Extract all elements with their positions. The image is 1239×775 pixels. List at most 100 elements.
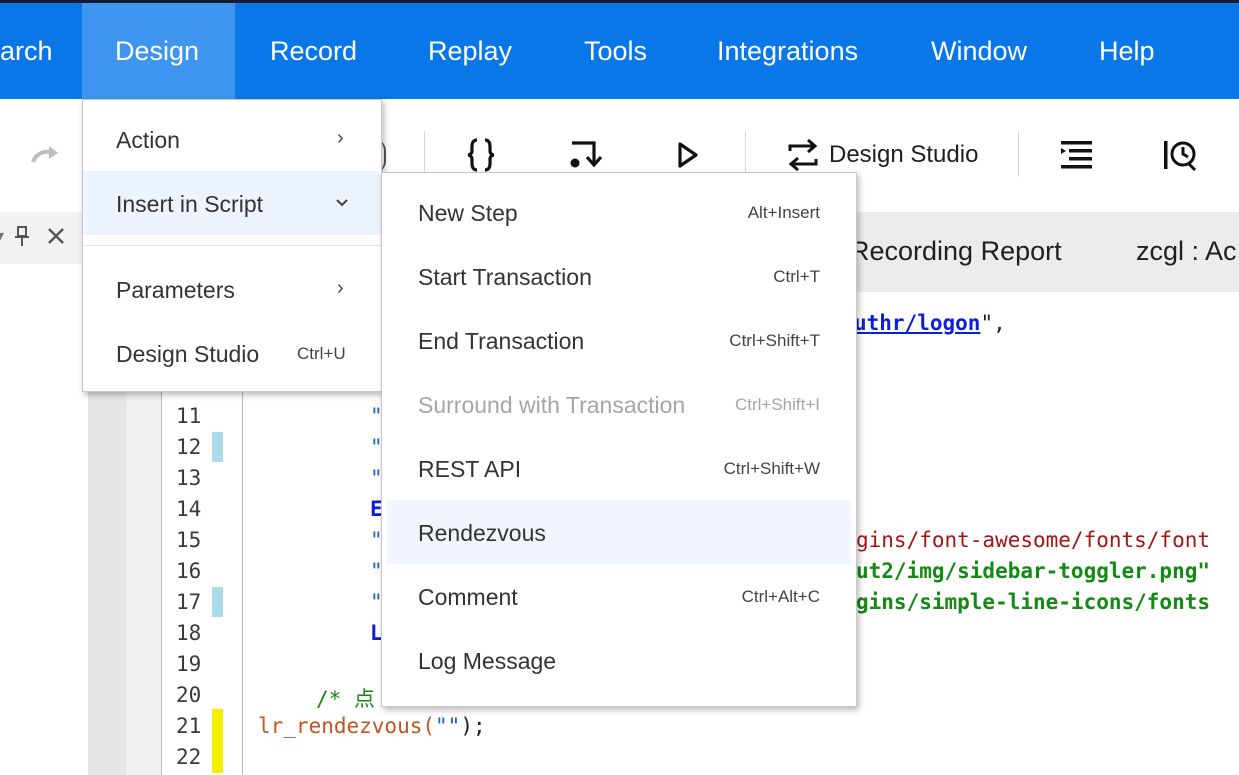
line-number: 21 [176, 714, 202, 738]
history-clock-icon[interactable] [1162, 137, 1198, 173]
menu-search[interactable]: arch [0, 3, 82, 99]
shortcut-label: Alt+Insert [747, 203, 820, 222]
menu-integrations[interactable]: Integrations [717, 3, 858, 99]
menu-design-label: Design [115, 36, 200, 66]
shortcut-label: Ctrl+T [773, 267, 820, 286]
line-number: 19 [176, 652, 202, 676]
code-fragment: "" [435, 714, 461, 738]
change-marker [212, 587, 223, 617]
line-number: 18 [176, 621, 202, 645]
menu-item-new-step-label: New Step [418, 200, 518, 226]
code-fragment: ); [460, 714, 486, 738]
code-fragment: uthr/logon", [854, 311, 1006, 335]
tab-zcgl-action[interactable]: zcgl : Ac [1136, 236, 1237, 267]
menu-record-label: Record [270, 36, 358, 66]
menu-search-label: arch [0, 36, 53, 66]
toolbar-separator [1018, 131, 1019, 177]
menu-item-parameters[interactable]: Parameters › [83, 257, 381, 321]
line-number: 22 [176, 745, 202, 769]
insert-in-script-submenu: New Step Alt+Insert Start Transaction Ct… [381, 172, 857, 707]
line-number-column: 11 12 13 14 15 16 17 18 19 20 21 22 [161, 392, 243, 775]
menu-item-surround-with-transaction-label: Surround with Transaction [418, 392, 686, 418]
left-panel-header: ▾ [0, 212, 82, 265]
menu-item-action[interactable]: Action › [83, 107, 381, 171]
menu-divider [83, 245, 381, 246]
braces-icon[interactable] [466, 137, 496, 173]
redo-arrow-icon[interactable] [30, 144, 60, 166]
menu-item-new-step[interactable]: New Step Alt+Insert [382, 180, 856, 244]
menu-replay[interactable]: Replay [428, 3, 512, 99]
chevron-down-icon [336, 199, 348, 207]
line-number: 14 [176, 497, 202, 521]
menu-item-end-transaction-label: End Transaction [418, 328, 585, 354]
shortcut-label: Ctrl+U [297, 344, 346, 363]
menu-item-action-label: Action [116, 127, 180, 153]
change-marker [212, 709, 223, 773]
step-into-icon[interactable] [568, 137, 604, 171]
menu-item-surround-with-transaction: Surround with Transaction Ctrl+Shift+I [382, 372, 856, 436]
shortcut-label: Ctrl+Shift+T [729, 331, 820, 350]
play-icon[interactable] [676, 141, 700, 169]
line-number: 13 [176, 466, 202, 490]
design-studio-icon[interactable] [786, 139, 820, 171]
code-fragment: ", [980, 311, 1006, 335]
shortcut-label: Ctrl+Shift+I [734, 395, 820, 414]
design-menu: Action › Insert in Script Parameters › D… [82, 99, 382, 392]
panel-dropdown-icon[interactable]: ▾ [0, 226, 4, 246]
menu-item-rest-api[interactable]: REST API Ctrl+Shift+W [382, 436, 856, 500]
menu-item-design-studio-label: Design Studio [116, 341, 260, 367]
shortcut-label: Ctrl+Alt+C [741, 587, 820, 606]
menu-item-insert-in-script[interactable]: Insert in Script [83, 171, 381, 235]
logon-url-link[interactable]: uthr/logon [854, 311, 980, 335]
code-fragment: gins/font-awesome/fonts/font [856, 528, 1211, 552]
code-fragment: gins/simple-line-icons/fonts [856, 590, 1211, 614]
menu-item-comment-label: Comment [418, 584, 518, 610]
code-fragment: ut2/img/sidebar-toggler.png" [856, 559, 1211, 583]
pin-icon[interactable] [13, 225, 31, 247]
chevron-right-icon: › [337, 127, 344, 149]
rendezvous-call: lr_rendezvous(""); [258, 714, 486, 738]
menu-item-insert-in-script-label: Insert in Script [116, 191, 263, 217]
line-number: 17 [176, 590, 202, 614]
line-number: 12 [176, 435, 202, 459]
design-studio-label[interactable]: Design Studio [829, 141, 978, 169]
left-panel-body [0, 264, 88, 775]
menu-tools-label: Tools [584, 36, 648, 66]
menu-item-rendezvous-label: Rendezvous [418, 520, 546, 546]
menu-tools[interactable]: Tools [584, 3, 647, 99]
line-number: 15 [176, 528, 202, 552]
menu-item-design-studio[interactable]: Design Studio Ctrl+U [83, 321, 381, 385]
shortcut-label: Ctrl+Shift+W [723, 459, 820, 478]
tab-recording-report[interactable]: Recording Report [850, 236, 1062, 267]
menu-bar: arch Design Record Replay Tools Integrat… [0, 0, 1239, 99]
menu-item-end-transaction[interactable]: End Transaction Ctrl+Shift+T [382, 308, 856, 372]
menu-item-log-message[interactable]: Log Message [382, 628, 856, 692]
menu-integrations-label: Integrations [717, 36, 859, 66]
menu-item-parameters-label: Parameters [116, 277, 235, 303]
close-icon[interactable] [46, 226, 66, 246]
toolbar-separator [745, 131, 746, 177]
menu-item-start-transaction-label: Start Transaction [418, 264, 592, 290]
menu-item-log-message-label: Log Message [418, 648, 557, 674]
outline-list-icon[interactable] [1060, 139, 1094, 171]
line-number: 11 [176, 404, 202, 428]
change-marker [212, 432, 223, 462]
code-comment: /* 点 [316, 687, 375, 711]
menu-design[interactable]: Design [82, 3, 235, 99]
line-number: 16 [176, 559, 202, 583]
menu-help-label: Help [1099, 36, 1155, 66]
menu-item-start-transaction[interactable]: Start Transaction Ctrl+T [382, 244, 856, 308]
line-number: 20 [176, 683, 202, 707]
code-fragment: lr_rendezvous( [258, 714, 436, 738]
menu-record[interactable]: Record [270, 3, 357, 99]
chevron-right-icon: › [337, 277, 344, 299]
menu-item-rendezvous[interactable]: Rendezvous [387, 500, 851, 564]
editor-gutter [126, 392, 161, 775]
menu-window[interactable]: Window [931, 3, 1027, 99]
toolbar-separator [424, 131, 425, 177]
editor-margin [88, 392, 126, 775]
menu-help[interactable]: Help [1099, 3, 1155, 99]
menu-item-comment[interactable]: Comment Ctrl+Alt+C [382, 564, 856, 628]
menu-replay-label: Replay [428, 36, 513, 66]
menu-window-label: Window [931, 36, 1028, 66]
